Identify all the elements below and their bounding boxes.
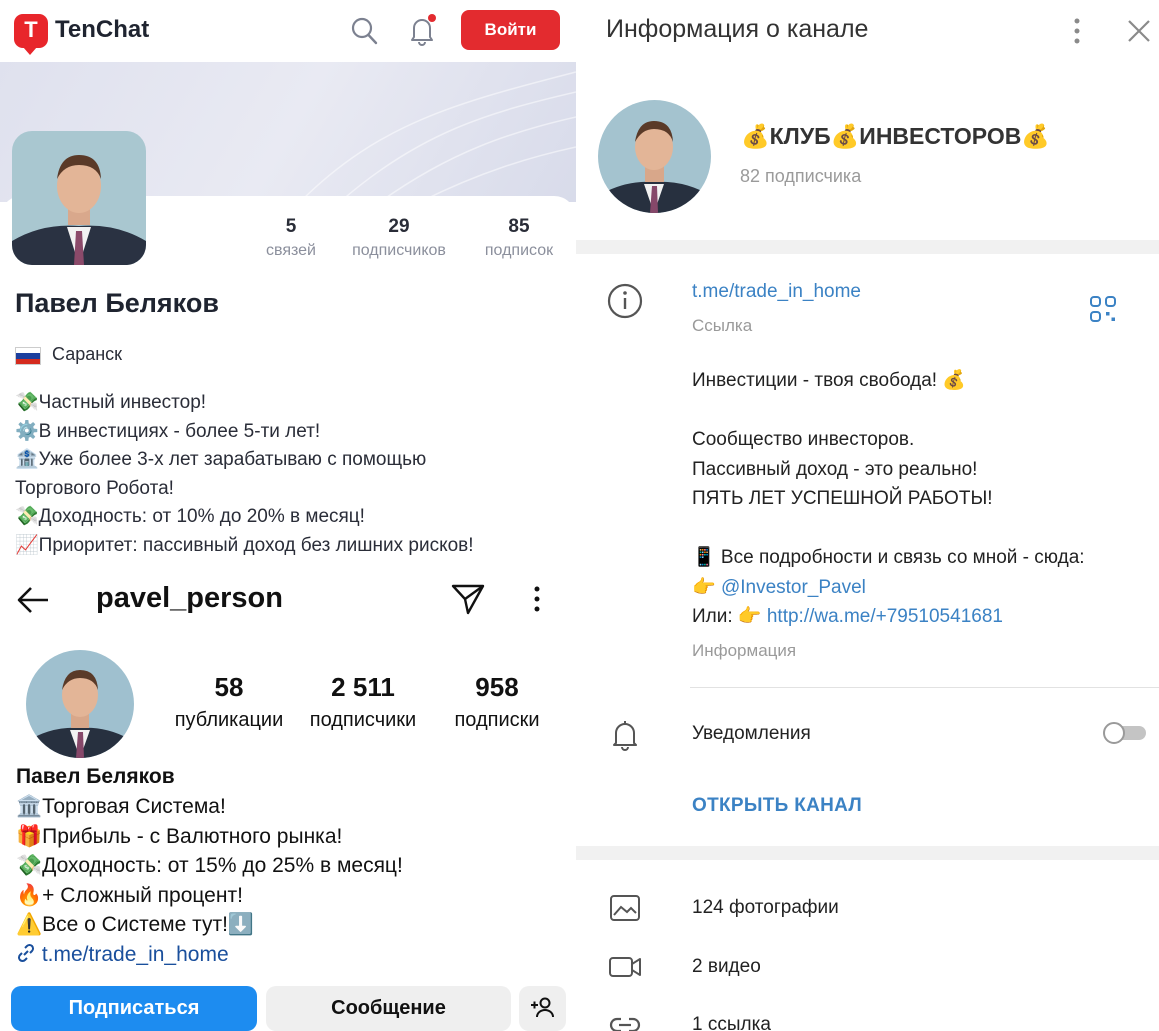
profile-city: Саранск xyxy=(52,344,123,364)
bio-line: ⚠️Все о Системе тут!⬇️ xyxy=(16,913,255,937)
media-videos[interactable]: 2 видео xyxy=(692,956,761,978)
alt-contact-line: Или: 👉 http://wa.me/+79510541681 xyxy=(692,602,1152,632)
stat-label: подписок xyxy=(484,242,554,259)
video-icon xyxy=(606,948,644,986)
stat-number: 2 511 xyxy=(331,672,395,702)
bell-icon xyxy=(606,716,644,754)
profile-name: Павел Беляков xyxy=(15,288,219,318)
description-line: ПЯТЬ ЛЕТ УСПЕШНОЙ РАБОТЫ! xyxy=(692,488,993,509)
tenchat-logo-icon[interactable]: T xyxy=(14,14,48,55)
back-arrow-icon[interactable] xyxy=(16,586,50,614)
add-person-button[interactable] xyxy=(519,986,566,1031)
photo-icon xyxy=(606,890,644,928)
bio-line: 🏦Уже более 3-х лет зарабатываю с помощью xyxy=(15,449,427,471)
bio-line: 🏛️Торговая Система! xyxy=(16,795,226,818)
stat-followers[interactable]: 2 511 подписчики xyxy=(298,672,428,732)
stat-label: связей xyxy=(266,242,316,259)
close-icon[interactable] xyxy=(1126,18,1152,44)
stat-number: 5 xyxy=(285,216,297,237)
profile-link-text[interactable]: t.me/trade_in_home xyxy=(42,943,229,966)
bio-line: Торгового Робота! xyxy=(15,477,174,499)
stat-following[interactable]: 958 подписки xyxy=(444,672,550,732)
notifications-label: Уведомления xyxy=(692,723,811,744)
stat-number: 58 xyxy=(214,672,244,702)
alt-prefix: Или: 👉 xyxy=(692,606,767,627)
bio-line: 💸Доходность: от 10% до 20% в месяц! xyxy=(15,506,365,528)
stat-posts[interactable]: 58 публикации xyxy=(166,672,292,732)
top-bar: T TenChat Войти xyxy=(0,0,576,62)
stat-label: публикации xyxy=(174,709,284,731)
stat-followers[interactable]: 29 подписчиков xyxy=(340,216,458,260)
info-caption: Информация xyxy=(692,641,797,660)
channel-name: 💰КЛУБ💰ИНВЕСТОРОВ💰 xyxy=(741,123,1050,149)
add-person-icon xyxy=(530,997,554,1018)
contact-line: 👉 @Investor_Pavel xyxy=(692,573,1152,603)
stat-number: 29 xyxy=(388,216,410,237)
link-caption: Ссылка xyxy=(692,316,753,335)
whatsapp-link[interactable]: http://wa.me/+79510541681 xyxy=(767,606,1003,627)
username-title: pavel_person xyxy=(96,582,283,614)
avatar[interactable] xyxy=(12,131,146,265)
profile-link[interactable]: t.me/trade_in_home xyxy=(16,940,566,970)
section-separator xyxy=(576,240,1159,254)
login-button[interactable]: Войти xyxy=(461,10,560,50)
panel-title: Информация о канале xyxy=(606,15,869,43)
open-channel-button[interactable]: ОТКРЫТЬ КАНАЛ xyxy=(692,795,862,817)
bio-line: ⚙️В инвестициях - более 5-ти лет! xyxy=(15,420,321,442)
stat-connections[interactable]: 5 связей xyxy=(258,216,324,260)
bio-line: 📈Приоритет: пассивный доход без лишних р… xyxy=(15,534,474,556)
bell-icon[interactable] xyxy=(407,14,437,46)
description-line xyxy=(692,396,1152,426)
media-photos[interactable]: 124 фотографии xyxy=(692,897,839,919)
bio-line: 🎁Прибыль - с Валютного рынка! xyxy=(16,824,343,848)
more-vertical-icon[interactable] xyxy=(527,584,547,614)
profile-name: Павел Беляков xyxy=(16,765,175,788)
stat-following[interactable]: 85 подписок xyxy=(474,216,564,260)
contact-handle-link[interactable]: @Investor_Pavel xyxy=(721,577,866,598)
divider xyxy=(690,687,1159,688)
stat-number: 85 xyxy=(508,216,530,237)
russia-flag-icon xyxy=(15,347,41,365)
profile-bio: 💸Частный инвестор! ⚙️В инвестициях - бол… xyxy=(15,389,565,561)
bio-line: 💸Частный инвестор! xyxy=(15,392,207,413)
more-vertical-icon[interactable] xyxy=(1071,16,1083,46)
link-icon xyxy=(606,1006,644,1031)
profile-bio: 🏛️Торговая Система! 🎁Прибыль - с Валютно… xyxy=(16,792,566,970)
stat-number: 958 xyxy=(475,672,519,702)
stat-label: подписки xyxy=(454,709,540,731)
subscriber-count: 82 подписчика xyxy=(740,166,862,186)
tenchat-profile-panel: T TenChat Войти 5 связей 29 подписчиков … xyxy=(0,0,576,572)
channel-avatar[interactable] xyxy=(598,100,711,213)
bio-line: 🔥+ Сложный процент! xyxy=(16,883,243,907)
instagram-profile-panel: pavel_person 58 публикации 2 511 подписч… xyxy=(0,572,576,1031)
pointing-hand-icon: 👉 xyxy=(692,576,721,598)
description-line: Инвестиции - твоя свобода! 💰 xyxy=(692,370,966,391)
link-icon xyxy=(17,943,35,962)
channel-link[interactable]: t.me/trade_in_home xyxy=(692,281,861,303)
channel-description: Инвестиции - твоя свобода! 💰 Сообщество … xyxy=(692,366,1152,632)
message-button[interactable]: Сообщение xyxy=(266,986,511,1031)
search-icon[interactable] xyxy=(350,16,378,46)
description-line: Пассивный доход - это реально! xyxy=(692,458,978,480)
qr-code-icon[interactable] xyxy=(1089,295,1117,323)
description-line: Сообщество инвесторов. xyxy=(692,429,915,450)
follow-button[interactable]: Подписаться xyxy=(11,986,257,1031)
bio-line: 💸Доходность: от 15% до 25% в месяц! xyxy=(16,854,403,878)
telegram-channel-info-panel: Информация о канале 💰КЛУБ💰ИНВЕСТОРОВ💰 82… xyxy=(576,0,1159,1031)
section-separator xyxy=(576,846,1159,860)
description-line xyxy=(692,514,1152,544)
description-line: 📱 Все подробности и связь со мной - сюда… xyxy=(692,547,1085,568)
media-links[interactable]: 1 ссылка xyxy=(692,1014,771,1031)
avatar[interactable] xyxy=(26,650,134,758)
stat-label: подписчики xyxy=(309,709,417,731)
stat-label: подписчиков xyxy=(352,242,446,259)
notifications-toggle[interactable] xyxy=(1102,720,1148,746)
info-icon xyxy=(606,282,644,320)
logo-text[interactable]: TenChat xyxy=(55,16,149,44)
send-icon[interactable] xyxy=(450,582,486,616)
